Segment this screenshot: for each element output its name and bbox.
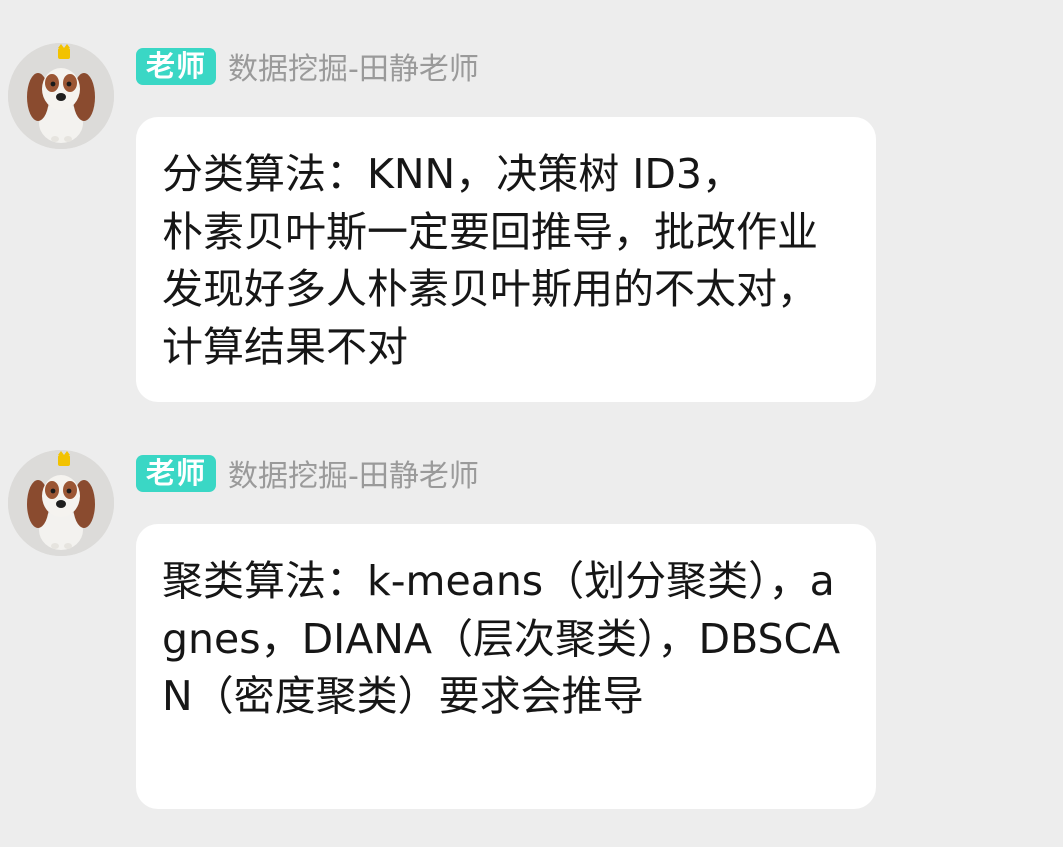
role-badge: 老师	[136, 454, 217, 492]
chat-message-list: 老师 数据挖掘-田静老师 分类算法：KNN，决策树 ID3， 朴素贝叶斯一定要回…	[0, 0, 1063, 847]
message-bubble[interactable]: 分类算法：KNN，决策树 ID3， 朴素贝叶斯一定要回推导，批改作业发现好多人朴…	[136, 117, 876, 402]
sender-row: 老师 数据挖掘-田静老师	[136, 451, 479, 495]
sender-row: 老师 数据挖掘-田静老师	[136, 44, 479, 88]
sender-name[interactable]: 数据挖掘-田静老师	[228, 451, 479, 495]
dog-avatar-icon	[8, 43, 114, 149]
role-badge: 老师	[136, 47, 217, 85]
message-bubble[interactable]: 聚类算法：k-means（划分聚类），agnes，DIANA（层次聚类），DBS…	[136, 524, 876, 809]
dog-avatar-icon	[8, 450, 114, 556]
sender-avatar[interactable]	[8, 43, 114, 149]
sender-name[interactable]: 数据挖掘-田静老师	[228, 44, 479, 88]
sender-avatar[interactable]	[8, 450, 114, 556]
